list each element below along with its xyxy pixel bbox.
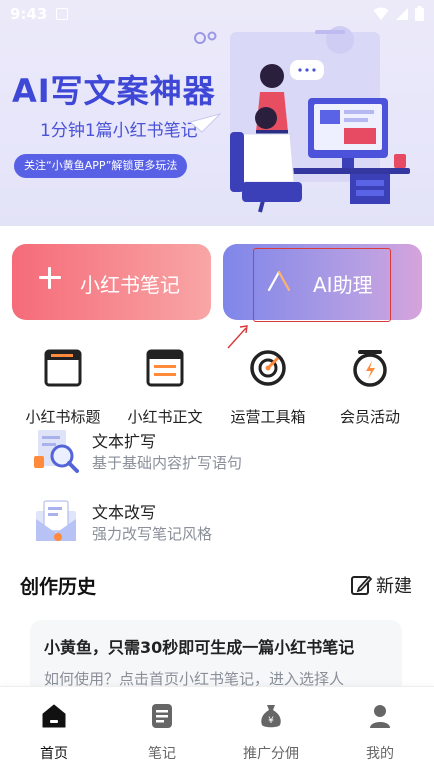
- tool-operations-toolbox[interactable]: 运营工具箱: [216, 348, 320, 427]
- banner-illustration: [190, 26, 410, 213]
- tab-label: 我的: [366, 746, 394, 762]
- tool-member-activity[interactable]: 会员活动: [318, 348, 422, 427]
- profile-icon: [370, 705, 390, 728]
- feature-title: 文本改写: [92, 503, 157, 522]
- history-section-title: 创作历史: [20, 576, 97, 598]
- feature-title: 文本扩写: [92, 432, 157, 451]
- alarm-clock-icon: [353, 350, 387, 387]
- wifi-icon: [373, 7, 389, 20]
- svg-text:¥: ¥: [268, 716, 274, 726]
- tab-profile[interactable]: 我的: [330, 703, 430, 763]
- xiaohongshu-note-button[interactable]: 小红书笔记: [12, 244, 211, 320]
- tab-promotion-commission[interactable]: ¥ 推广分佣: [221, 703, 321, 763]
- banner-subtitle: 1分钟1篇小红书笔记: [40, 121, 198, 141]
- edit-icon: [351, 575, 372, 595]
- target-icon: [250, 350, 286, 386]
- banner-title: AI写文案神器: [12, 72, 216, 110]
- tool-label: 小红书正文: [127, 408, 203, 426]
- plus-icon: [36, 264, 64, 292]
- body-doc-icon: [146, 349, 184, 387]
- tab-notes[interactable]: 笔记: [112, 703, 212, 763]
- banner-promo-pill: 关注“小黄鱼APP”解锁更多玩法: [14, 154, 188, 178]
- feature-description: 强力改写笔记风格: [92, 525, 213, 543]
- tab-label: 首页: [40, 746, 68, 762]
- tool-label: 运营工具箱: [230, 408, 306, 426]
- feature-description: 基于基础内容扩写语句: [92, 454, 243, 472]
- tool-xiaohongshu-body[interactable]: 小红书正文: [113, 348, 217, 427]
- notes-icon: [152, 704, 172, 728]
- pointer-arrow-icon: [227, 325, 248, 349]
- battery-icon: [415, 6, 424, 21]
- feature-text-rewrite[interactable]: 文本改写 强力改写笔记风格: [32, 497, 412, 557]
- notification-icon: [56, 8, 68, 20]
- signal-icon: [396, 7, 408, 20]
- tool-label: 小红书标题: [25, 408, 101, 426]
- tool-xiaohongshu-title[interactable]: 小红书标题: [11, 348, 115, 427]
- tab-home[interactable]: 首页: [4, 703, 104, 763]
- tool-label: 会员活动: [339, 408, 400, 426]
- highlight-annotation: [253, 248, 391, 322]
- magnifier-doc-icon: [34, 430, 79, 473]
- promo-banner[interactable]: 9:43 AI写文案神器 1分钟1篇小红书笔记 关注“小黄鱼APP”解锁更多玩法: [0, 0, 434, 226]
- money-bag-icon: ¥: [261, 705, 281, 728]
- home-icon: [42, 704, 66, 728]
- note-button-label: 小红书笔记: [80, 273, 180, 297]
- new-label: 新建: [376, 576, 412, 597]
- envelope-doc-icon: [36, 500, 76, 541]
- status-time: 9:43: [10, 5, 48, 23]
- history-card-title: 小黄鱼，只需30秒即可生成一篇小红书笔记: [44, 638, 355, 657]
- feature-text-expand[interactable]: 文本扩写 基于基础内容扩写语句: [32, 426, 412, 486]
- tab-label: 笔记: [148, 746, 176, 762]
- new-creation-button[interactable]: 新建: [350, 572, 412, 598]
- title-doc-icon: [44, 349, 82, 387]
- tab-label: 推广分佣: [243, 746, 299, 762]
- bottom-tab-bar: 首页 笔记 ¥ 推广分佣 我的: [0, 686, 434, 771]
- status-indicators: [373, 6, 424, 21]
